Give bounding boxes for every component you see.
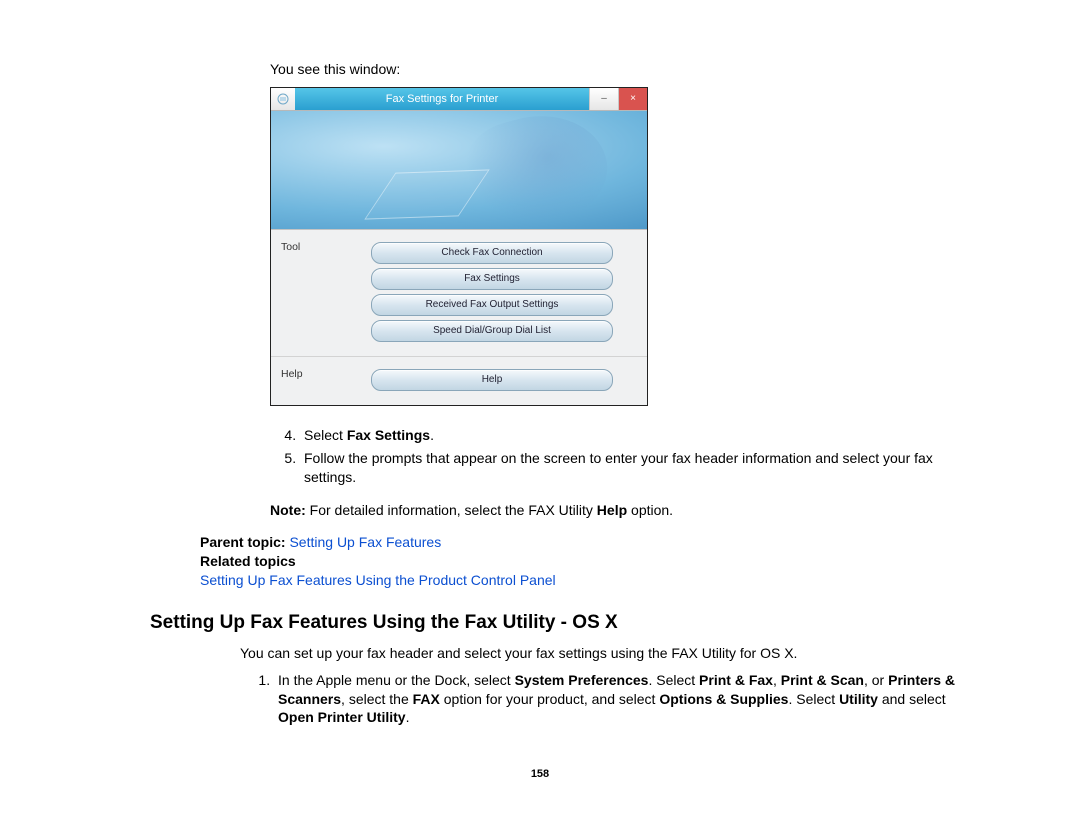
osx-steps-list: In the Apple menu or the Dock, select Sy… bbox=[100, 671, 980, 728]
help-button[interactable]: Help bbox=[371, 369, 613, 391]
step-4: Select Fax Settings. bbox=[300, 426, 980, 445]
check-fax-connection-button[interactable]: Check Fax Connection bbox=[371, 242, 613, 264]
parent-topic-label: Parent topic: bbox=[200, 534, 289, 550]
related-topics-label: Related topics bbox=[200, 553, 296, 569]
window-title: Fax Settings for Printer bbox=[295, 88, 589, 110]
section-label-tool: Tool bbox=[271, 230, 353, 254]
close-button[interactable]: × bbox=[618, 88, 647, 110]
osx-intro: You can set up your fax header and selec… bbox=[240, 644, 980, 663]
fax-settings-window: Fax Settings for Printer – × Tool Check … bbox=[270, 87, 648, 406]
steps-list: Select Fax Settings. Follow the prompts … bbox=[100, 426, 980, 487]
page-number: 158 bbox=[100, 767, 980, 782]
topic-links: Parent topic: Setting Up Fax Features Re… bbox=[200, 533, 980, 590]
parent-topic-link[interactable]: Setting Up Fax Features bbox=[289, 534, 441, 550]
received-fax-output-button[interactable]: Received Fax Output Settings bbox=[371, 294, 613, 316]
intro-text: You see this window: bbox=[270, 60, 980, 79]
fax-settings-button[interactable]: Fax Settings bbox=[371, 268, 613, 290]
window-titlebar: Fax Settings for Printer – × bbox=[271, 88, 647, 111]
related-topic-link[interactable]: Setting Up Fax Features Using the Produc… bbox=[200, 572, 556, 588]
speed-dial-list-button[interactable]: Speed Dial/Group Dial List bbox=[371, 320, 613, 342]
window-hero-image bbox=[271, 111, 647, 230]
section-heading-osx: Setting Up Fax Features Using the Fax Ut… bbox=[150, 610, 980, 636]
step-5: Follow the prompts that appear on the sc… bbox=[300, 449, 980, 487]
app-icon bbox=[271, 88, 295, 110]
minimize-button[interactable]: – bbox=[589, 88, 618, 110]
section-label-help: Help bbox=[271, 357, 353, 381]
note: Note: For detailed information, select t… bbox=[270, 501, 980, 520]
window-body: Tool Check Fax Connection Fax Settings R… bbox=[271, 230, 647, 405]
screenshot-container: Fax Settings for Printer – × Tool Check … bbox=[270, 87, 980, 406]
osx-step-1: In the Apple menu or the Dock, select Sy… bbox=[274, 671, 980, 728]
